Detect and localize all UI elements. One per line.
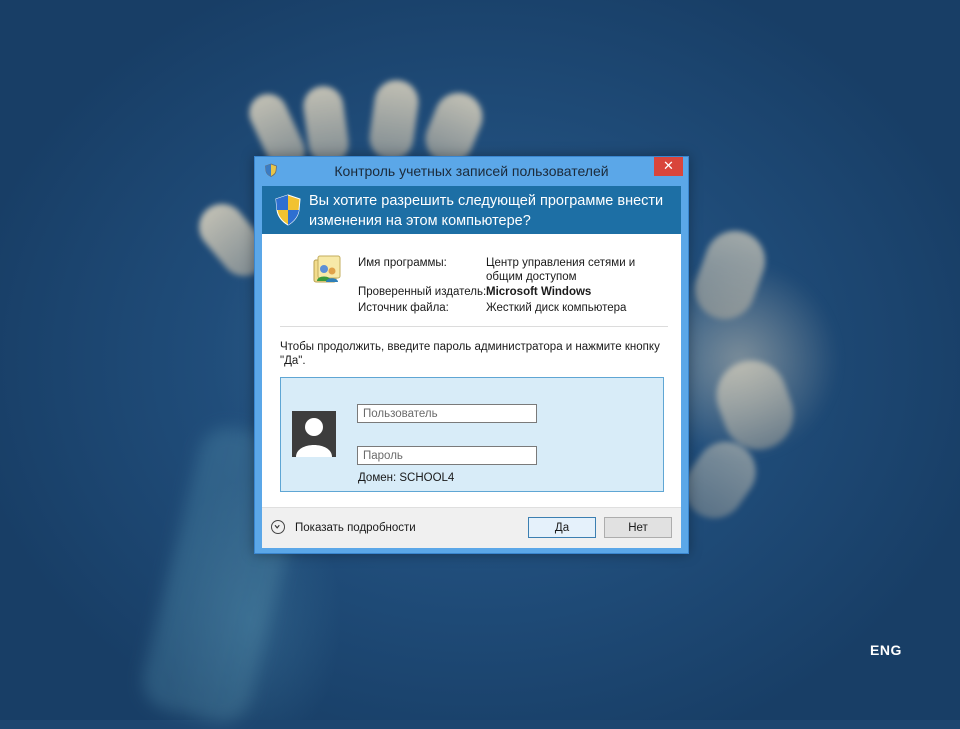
- password-input[interactable]: [357, 446, 537, 465]
- instruction-text: Чтобы продолжить, введите пароль админис…: [280, 341, 660, 367]
- user-avatar-icon: [292, 411, 336, 457]
- uac-dialog: Контроль учетных записей пользователей ✕…: [254, 156, 689, 554]
- username-input[interactable]: [357, 404, 537, 423]
- file-source-value: Жесткий диск компьютера: [486, 302, 627, 314]
- program-name-label: Имя программы:: [358, 257, 447, 269]
- publisher-value: Microsoft Windows: [486, 286, 592, 298]
- dialog-content: Вы хотите разрешить следующей программе …: [262, 186, 681, 548]
- uac-question: Вы хотите разрешить следующей программе …: [309, 193, 664, 229]
- divider: [280, 326, 668, 327]
- network-sharing-center-icon: [313, 255, 341, 283]
- credential-panel[interactable]: Домен: SCHOOL4: [280, 377, 664, 492]
- program-name-value: Центр управления сетями и общим доступом: [486, 257, 636, 283]
- yes-button[interactable]: Да: [528, 517, 596, 538]
- flower-petal: [366, 77, 422, 163]
- close-button[interactable]: ✕: [654, 157, 683, 176]
- language-indicator[interactable]: ENG: [870, 642, 902, 658]
- dialog-title: Контроль учетных записей пользователей: [334, 163, 609, 179]
- uac-shield-icon: [275, 194, 301, 226]
- domain-text: Домен: SCHOOL4: [358, 472, 455, 484]
- file-source-label: Источник файла:: [358, 302, 449, 314]
- close-icon: ✕: [663, 158, 674, 173]
- publisher-label: Проверенный издатель:: [358, 286, 487, 298]
- title-bar[interactable]: Контроль учетных записей пользователей ✕: [255, 157, 688, 184]
- flower-petal: [300, 83, 352, 167]
- show-details-label: Показать подробности: [295, 522, 416, 534]
- question-banner: Вы хотите разрешить следующей программе …: [262, 186, 681, 234]
- no-button[interactable]: Нет: [604, 517, 672, 538]
- dialog-footer: Показать подробности Да Нет: [262, 507, 681, 548]
- chevron-down-icon: [271, 520, 285, 534]
